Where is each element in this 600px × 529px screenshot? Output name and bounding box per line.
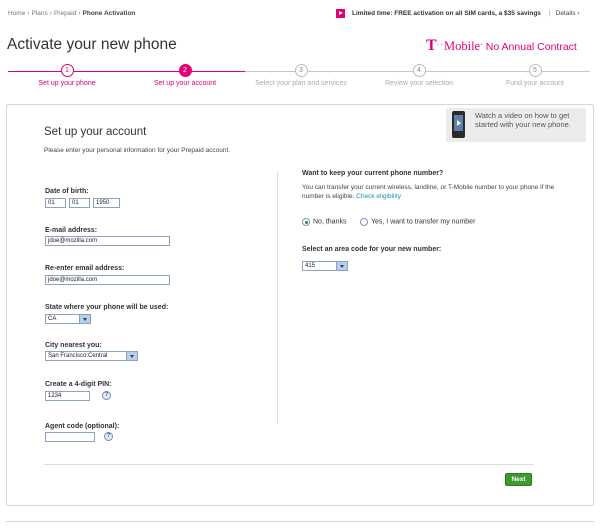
radio-transfer-number[interactable]: Yes, I want to transfer my number	[360, 218, 475, 228]
play-icon	[336, 9, 345, 18]
breadcrumb-prepaid[interactable]: Prepaid	[54, 10, 76, 17]
agent-code-label: Agent code (optional):	[45, 423, 120, 430]
breadcrumb: Home › Plans › Prepaid › Phone Activation	[8, 10, 135, 17]
chevron-down-icon	[79, 315, 90, 323]
t-mobile-logo-t: T	[426, 37, 437, 54]
radio-selected-icon	[302, 218, 310, 226]
chevron-down-icon	[126, 352, 137, 360]
email-field[interactable]: jdoe@mozilla.com	[45, 236, 170, 246]
step-number: 4	[412, 64, 426, 77]
chevron-down-icon	[336, 262, 347, 270]
pin-field[interactable]: 1234	[45, 391, 90, 401]
breadcrumb-separator: ›	[78, 10, 81, 17]
radio-no-label: No, thanks	[313, 218, 347, 226]
t-mobile-logo-text: Mobile	[444, 39, 481, 53]
reemail-label: Re-enter email address:	[45, 265, 125, 272]
watch-video-link[interactable]: Watch a video	[475, 111, 522, 120]
breadcrumb-home[interactable]: Home	[8, 10, 25, 17]
step-number: 5	[528, 64, 542, 77]
phone-video-icon	[452, 111, 465, 138]
radio-unselected-icon	[360, 218, 368, 226]
step-label: Set up your account	[153, 80, 217, 87]
step-label: Fund your account	[506, 80, 564, 87]
step-label: Select your plan and services	[255, 80, 347, 87]
step-number: 1	[60, 64, 74, 77]
breadcrumb-separator: ›	[49, 10, 52, 17]
breadcrumb-current: Phone Activation	[82, 10, 136, 17]
promo-divider: |	[548, 10, 551, 17]
city-select-value: San Francisco:Central	[48, 353, 108, 359]
area-code-value: 415	[305, 263, 316, 269]
top-bar: Home › Plans › Prepaid › Phone Activation Limi…	[0, 0, 600, 28]
city-select[interactable]: San Francisco:Central	[45, 351, 138, 361]
dob-month-field[interactable]: 01	[45, 198, 66, 208]
step-set-up-account: 2 Set up your account	[130, 64, 240, 87]
dob-day-field[interactable]: 01	[69, 198, 90, 208]
promo-details-link[interactable]: Details ›	[556, 10, 580, 17]
section-title: Set up your account	[44, 126, 147, 138]
page-footer-line	[6, 521, 594, 522]
section-description: Please enter your personal information f…	[44, 147, 231, 154]
agent-help-icon[interactable]: ?	[104, 432, 113, 441]
reemail-field[interactable]: jdoe@mozilla.com	[45, 275, 170, 285]
area-code-select[interactable]: 415	[302, 261, 348, 271]
column-divider	[277, 172, 278, 424]
brand-tagline: No Annual Contract	[485, 41, 577, 53]
radio-yes-label: Yes, I want to transfer my number	[371, 218, 476, 226]
step-fund-account: 5 Fund your account	[480, 64, 590, 87]
footer-divider	[44, 464, 534, 465]
keep-number-description: You can transfer your current wireless, …	[302, 184, 555, 200]
radio-no-thanks[interactable]: No, thanks	[302, 218, 346, 228]
breadcrumb-plans[interactable]: Plans	[32, 10, 48, 17]
step-review-selection: 4 Review your selection	[364, 64, 474, 87]
pin-label: Create a 4-digit PIN:	[45, 381, 112, 388]
state-label: State where your phone will be used:	[45, 304, 169, 311]
dob-label: Date of birth:	[45, 188, 89, 195]
agent-code-field[interactable]	[45, 432, 95, 442]
city-label: City nearest you:	[45, 342, 102, 349]
state-select-value: CA	[48, 316, 57, 322]
brand-logo: T··Mobile· No Annual Contract	[426, 37, 577, 55]
logo-dots: ··	[436, 40, 444, 49]
check-eligibility-link[interactable]: Check eligibility	[356, 193, 401, 200]
step-number: 3	[294, 64, 308, 77]
next-button[interactable]: Next	[505, 473, 532, 486]
video-promo[interactable]: Watch a video on how to get started with…	[446, 108, 586, 142]
video-text: Watch a video on how to get started with…	[475, 111, 581, 129]
pin-help-icon[interactable]: ?	[102, 391, 111, 400]
step-label: Review your selection	[384, 80, 454, 87]
dob-year-field[interactable]: 1950	[93, 198, 120, 208]
step-number: 2	[178, 64, 192, 77]
progress-steps: 1 Set up your phone 2 Set up your accoun…	[0, 62, 600, 92]
step-set-up-phone[interactable]: 1 Set up your phone	[12, 64, 122, 87]
area-code-heading: Select an area code for your new number:	[302, 246, 442, 253]
logo-dot: ·	[480, 40, 484, 49]
breadcrumb-separator: ›	[27, 10, 30, 17]
page-title: Activate your new phone	[7, 36, 177, 53]
promo-banner: Limited time: FREE activation on all SIM…	[336, 9, 579, 20]
state-select[interactable]: CA	[45, 314, 91, 324]
promo-text: Limited time: FREE activation on all SIM…	[352, 10, 541, 17]
step-label: Set up your phone	[38, 80, 96, 87]
keep-number-heading: Want to keep your current phone number?	[302, 170, 444, 177]
step-select-plan: 3 Select your plan and services	[246, 64, 356, 87]
email-label: E-mail address:	[45, 227, 98, 234]
